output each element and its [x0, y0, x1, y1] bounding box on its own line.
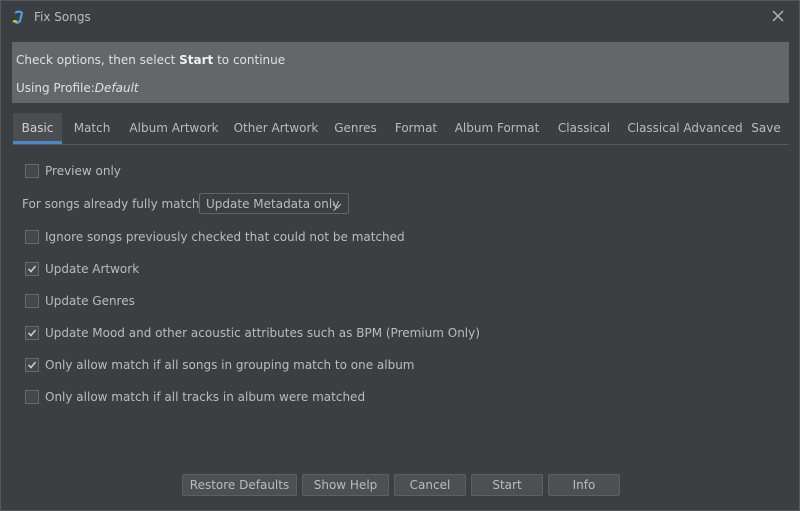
- profile-text: Using Profile:Default: [16, 81, 139, 95]
- cancel-button[interactable]: Cancel: [394, 474, 466, 496]
- chevron-down-icon: [332, 199, 342, 213]
- restore-defaults-button[interactable]: Restore Defaults: [182, 474, 297, 496]
- tab-classical[interactable]: Classical: [551, 113, 617, 143]
- update-genres-label: Update Genres: [45, 294, 135, 308]
- update-artwork-checkbox[interactable]: [25, 262, 39, 276]
- instruction-text: Check options, then select Start to cont…: [16, 53, 285, 67]
- ignore-previously-label: Ignore songs previously checked that cou…: [45, 230, 405, 244]
- all-tracks-matched-option[interactable]: Only allow match if all tracks in album …: [25, 389, 365, 405]
- update-mood-label: Update Mood and other acoustic attribute…: [45, 326, 480, 340]
- update-mood-option[interactable]: Update Mood and other acoustic attribute…: [25, 325, 480, 341]
- fully-matched-label: For songs already fully matched: [22, 197, 215, 211]
- show-help-button[interactable]: Show Help: [302, 474, 389, 496]
- grouping-match-checkbox[interactable]: [25, 358, 39, 372]
- tab-match[interactable]: Match: [63, 113, 121, 143]
- tab-format[interactable]: Format: [388, 113, 444, 143]
- profile-label: Using Profile:: [16, 81, 95, 95]
- instructions-panel: Check options, then select Start to cont…: [12, 42, 789, 103]
- tab-save[interactable]: Save: [748, 113, 784, 143]
- check-icon: [27, 361, 37, 369]
- instruction-suffix: to continue: [213, 53, 286, 67]
- tab-classical-advanced[interactable]: Classical Advanced: [622, 113, 748, 143]
- music-note-icon: [11, 9, 27, 25]
- tab-other-artwork[interactable]: Other Artwork: [229, 113, 323, 143]
- fully-matched-dropdown[interactable]: Update Metadata only: [199, 193, 349, 214]
- tab-genres[interactable]: Genres: [328, 113, 383, 143]
- close-button[interactable]: [765, 6, 791, 28]
- close-icon[interactable]: [772, 10, 784, 25]
- update-genres-option[interactable]: Update Genres: [25, 293, 135, 309]
- all-tracks-matched-checkbox[interactable]: [25, 390, 39, 404]
- fully-matched-value: Update Metadata only: [206, 197, 340, 211]
- tab-album-format[interactable]: Album Format: [450, 113, 544, 143]
- instruction-prefix: Check options, then select: [16, 53, 180, 67]
- preview-only-label: Preview only: [45, 164, 121, 178]
- start-button[interactable]: Start: [471, 474, 543, 496]
- preview-only-checkbox[interactable]: [25, 164, 39, 178]
- ignore-previously-checkbox[interactable]: [25, 230, 39, 244]
- grouping-match-option[interactable]: Only allow match if all songs in groupin…: [25, 357, 415, 373]
- preview-only-option[interactable]: Preview only: [25, 163, 121, 179]
- update-genres-checkbox[interactable]: [25, 294, 39, 308]
- check-icon: [27, 329, 37, 337]
- ignore-previously-option[interactable]: Ignore songs previously checked that cou…: [25, 229, 405, 245]
- tab-bar: Basic Match Album Artwork Other Artwork …: [13, 113, 789, 145]
- info-button[interactable]: Info: [548, 474, 620, 496]
- check-icon: [27, 265, 37, 273]
- title-bar: Fix Songs: [1, 1, 799, 33]
- all-tracks-matched-label: Only allow match if all tracks in album …: [45, 390, 366, 404]
- tab-basic[interactable]: Basic: [13, 113, 62, 144]
- tab-album-artwork[interactable]: Album Artwork: [124, 113, 224, 143]
- instruction-start-word: Start: [179, 53, 214, 67]
- window-title: Fix Songs: [34, 10, 91, 24]
- fix-songs-dialog: Fix Songs Check options, then select Sta…: [0, 0, 800, 511]
- update-mood-checkbox[interactable]: [25, 326, 39, 340]
- update-artwork-label: Update Artwork: [45, 262, 140, 276]
- update-artwork-option[interactable]: Update Artwork: [25, 261, 139, 277]
- grouping-match-label: Only allow match if all songs in groupin…: [45, 358, 415, 372]
- profile-name: Default: [94, 81, 139, 95]
